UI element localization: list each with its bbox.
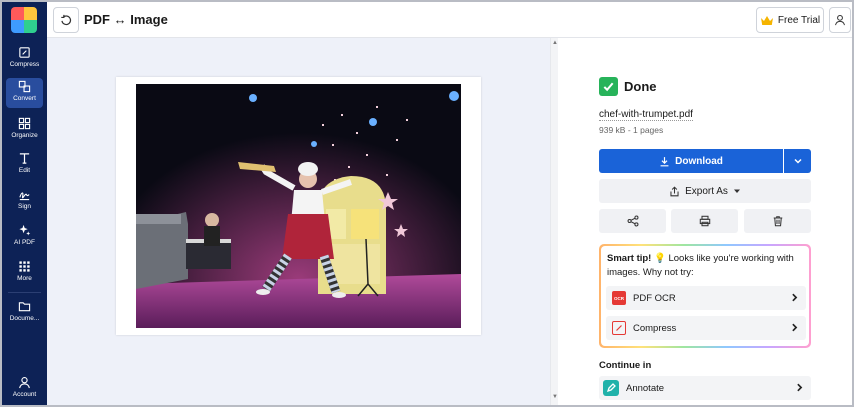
user-button[interactable] bbox=[829, 7, 851, 33]
tip-item-pdf-ocr[interactable]: OCR PDF OCR bbox=[606, 286, 806, 310]
smart-tip-box: Smart tip! 💡 Looks like you're working w… bbox=[599, 244, 811, 348]
documents-icon bbox=[18, 302, 31, 312]
more-icon bbox=[19, 261, 30, 272]
status-row: Done bbox=[599, 77, 657, 96]
continue-item-label: Annotate bbox=[626, 382, 665, 394]
sidebar-item-convert[interactable]: Convert bbox=[6, 78, 43, 108]
tip-item-compress[interactable]: Compress bbox=[606, 316, 806, 340]
user-icon bbox=[835, 14, 845, 26]
ai-pdf-icon bbox=[19, 224, 31, 236]
sidebar-item-label: Sign bbox=[17, 203, 31, 210]
sidebar-item-label: Account bbox=[12, 391, 37, 398]
edit-icon bbox=[19, 153, 30, 164]
sidebar-item-edit[interactable]: Edit bbox=[6, 150, 43, 180]
sidebar-item-account[interactable]: Account bbox=[6, 374, 43, 404]
free-trial-label: Free Trial bbox=[777, 14, 821, 26]
print-icon bbox=[699, 215, 710, 227]
download-options-button[interactable] bbox=[784, 149, 811, 173]
print-button[interactable] bbox=[671, 209, 738, 233]
sidebar-item-compress[interactable]: Compress bbox=[6, 44, 43, 74]
sidebar-item-label: Organize bbox=[11, 132, 38, 139]
tip-item-label: Compress bbox=[633, 322, 677, 334]
sign-icon bbox=[19, 192, 30, 201]
status-text: Done bbox=[624, 79, 657, 94]
download-button[interactable]: Download bbox=[599, 149, 783, 173]
chevron-down-icon bbox=[793, 158, 802, 164]
file-name[interactable]: chef-with-trumpet.pdf bbox=[599, 109, 693, 121]
share-button[interactable] bbox=[599, 209, 666, 233]
smart-tip-text: Smart tip! 💡 Looks like you're working w… bbox=[607, 252, 807, 280]
free-trial-button[interactable]: Free Trial bbox=[756, 7, 824, 33]
chef-trumpet-photo bbox=[136, 84, 461, 328]
sidebar-item-ai-pdf[interactable]: AI PDF bbox=[6, 222, 43, 252]
sidebar-item-organize[interactable]: Organize bbox=[6, 115, 43, 145]
sidebar-item-more[interactable]: More bbox=[6, 258, 43, 288]
continue-item-annotate[interactable]: Annotate bbox=[599, 376, 811, 400]
chevron-right-icon bbox=[797, 383, 803, 392]
continue-in-label: Continue in bbox=[599, 360, 652, 371]
pdf-page bbox=[116, 77, 481, 335]
share-icon bbox=[627, 215, 638, 227]
sidebar-item-label: Compress bbox=[9, 61, 40, 68]
annotate-icon bbox=[603, 380, 619, 396]
sidebar: Compress Convert Organize Edit Sign AI P… bbox=[2, 2, 47, 405]
tip-item-label: PDF OCR bbox=[633, 292, 676, 304]
sidebar-item-label: More bbox=[17, 275, 32, 282]
preview-scrollbar[interactable]: ▲ ▼ bbox=[550, 38, 558, 405]
check-icon bbox=[599, 77, 618, 96]
download-icon bbox=[660, 156, 669, 166]
convert-icon bbox=[18, 80, 31, 93]
export-as-button[interactable]: Export As bbox=[599, 179, 811, 203]
chevron-right-icon bbox=[792, 293, 798, 302]
file-meta: 939 kB - 1 pages bbox=[599, 125, 664, 135]
chevron-right-icon bbox=[792, 323, 798, 332]
sidebar-item-label: Convert bbox=[13, 95, 36, 102]
organize-icon bbox=[18, 117, 31, 130]
undo-icon bbox=[61, 14, 72, 26]
export-icon bbox=[670, 185, 679, 196]
export-label: Export As bbox=[685, 185, 728, 197]
sidebar-item-label: AI PDF bbox=[14, 239, 35, 246]
page-title: PDF ↔ Image bbox=[84, 12, 168, 27]
caret-down-icon bbox=[733, 189, 740, 193]
delete-button[interactable] bbox=[744, 209, 811, 233]
download-label: Download bbox=[675, 155, 723, 167]
sidebar-item-documents[interactable]: Docume... bbox=[6, 298, 43, 328]
document-preview bbox=[47, 38, 550, 405]
crown-icon bbox=[760, 15, 773, 25]
sidebar-item-label: Edit bbox=[18, 167, 31, 174]
sidebar-item-sign[interactable]: Sign bbox=[6, 186, 43, 216]
sidebar-item-label: Docume... bbox=[9, 315, 40, 322]
top-header: PDF ↔ Image Free Trial bbox=[47, 2, 852, 38]
trash-icon bbox=[773, 216, 782, 227]
app-logo[interactable] bbox=[11, 7, 37, 33]
compress-icon bbox=[19, 47, 30, 58]
smart-tip-lead: Smart tip! bbox=[607, 253, 652, 264]
account-icon bbox=[19, 377, 30, 389]
undo-button[interactable] bbox=[53, 7, 79, 33]
lightbulb-icon: 💡 bbox=[653, 253, 666, 264]
result-panel: Done chef-with-trumpet.pdf 939 kB - 1 pa… bbox=[558, 38, 852, 405]
ocr-icon: OCR bbox=[612, 291, 626, 305]
sidebar-divider bbox=[8, 292, 41, 293]
compress-tool-icon bbox=[612, 321, 626, 335]
